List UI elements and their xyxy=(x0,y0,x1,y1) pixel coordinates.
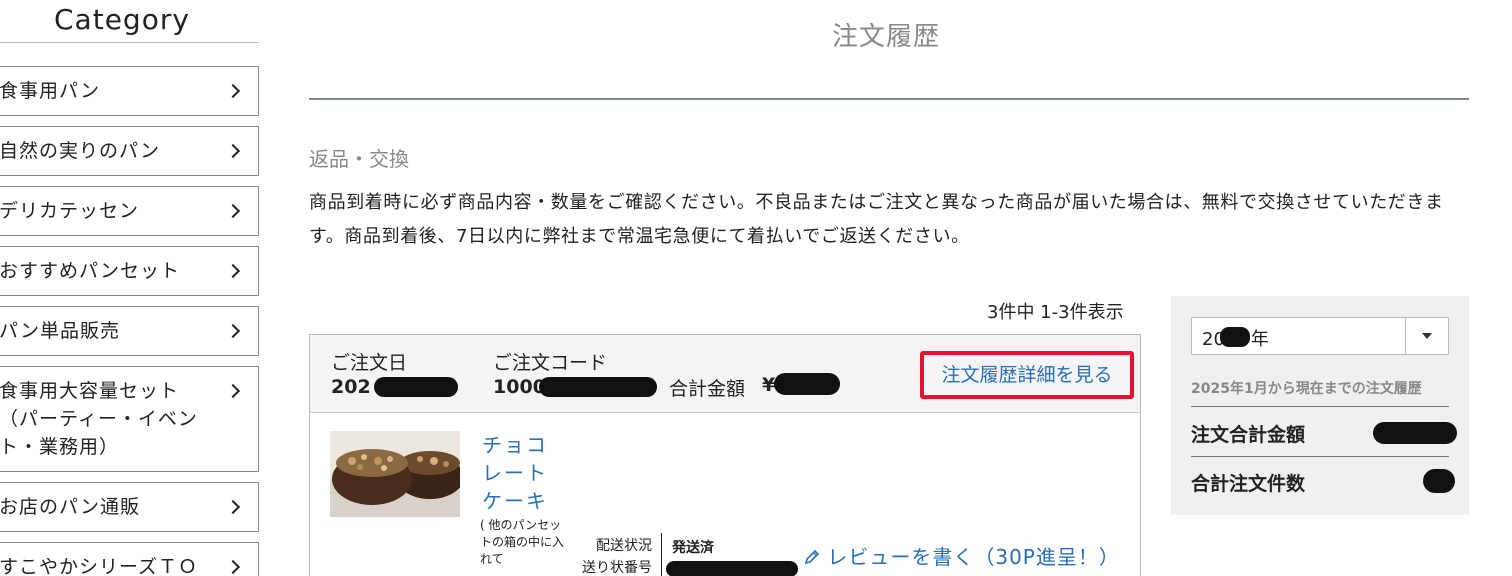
category-item-shizen-pan[interactable]: 自然の実りのパン xyxy=(0,126,259,176)
redaction-mark xyxy=(1220,327,1250,347)
category-item-label: おすすめパンセット xyxy=(0,260,180,282)
caret-down-icon xyxy=(1422,333,1432,339)
product-image[interactable] xyxy=(330,431,460,517)
category-item-delicatessen[interactable]: デリカテッセン xyxy=(0,186,259,236)
category-item-sukoyaka[interactable]: すこやかシリーズＴＯ xyxy=(0,542,259,576)
summary-divider xyxy=(1191,456,1449,457)
category-item-label: パン単品販売 xyxy=(0,320,120,342)
category-divider xyxy=(0,42,259,43)
total-amount-label: 注文合計金額 xyxy=(1191,424,1306,446)
redaction-mark xyxy=(666,561,798,576)
chevron-right-icon xyxy=(225,383,241,399)
product-name-link[interactable]: チョコレートケーキ xyxy=(482,431,552,515)
category-item-omise-pan[interactable]: お店のパン通販 xyxy=(0,482,259,532)
shipping-labels: 配送状況 送り状番号 xyxy=(568,535,652,576)
title-divider xyxy=(309,98,1469,100)
order-total-label: 合計金額 xyxy=(669,378,746,400)
shipping-status-label: 配送状況 xyxy=(596,538,652,554)
order-summary-panel: 20 年 2025年1月から現在までの注文履歴 注文合計金額 合計注文件数 xyxy=(1171,296,1469,515)
category-sidebar: Category 食事用パン 自然の実りのパン デリカテッセン おすすめパンセッ… xyxy=(0,0,260,576)
order-code-label: ご注文コード xyxy=(493,352,608,374)
chevron-right-icon xyxy=(225,203,241,219)
product-note: ( 他のパンセットの箱の中に入れて xyxy=(480,518,565,566)
category-item-label: 食事用パン xyxy=(0,80,100,102)
shipping-divider xyxy=(661,533,662,576)
order-detail-link[interactable]: 注文履歴詳細を見る xyxy=(920,351,1134,399)
category-title: Category xyxy=(54,3,190,36)
write-review-link[interactable]: レビューを書く（30P進呈！） xyxy=(804,541,1120,570)
redaction-mark xyxy=(1373,422,1457,444)
redaction-mark xyxy=(1423,469,1455,493)
page-title: 注文履歴 xyxy=(832,22,941,52)
chevron-right-icon xyxy=(225,323,241,339)
redaction-mark xyxy=(539,377,657,397)
category-item-daiyouryou-set[interactable]: 食事用大容量セット （パーティー・イベン ト・業務用） xyxy=(0,366,259,472)
chevron-right-icon xyxy=(225,83,241,99)
category-item-label: デリカテッセン xyxy=(0,200,140,222)
category-item-label: お店のパン通販 xyxy=(0,496,140,518)
redaction-mark xyxy=(374,377,458,397)
chevron-right-icon xyxy=(225,559,241,575)
write-review-label: レビューを書く（30P進呈！） xyxy=(827,545,1120,569)
chevron-right-icon xyxy=(225,263,241,279)
redaction-mark xyxy=(774,373,840,395)
year-select[interactable]: 20 年 xyxy=(1191,317,1449,355)
order-code-value: 1000 xyxy=(493,376,546,398)
order-date-label: ご注文日 xyxy=(331,352,408,374)
category-item-label: すこやかシリーズＴＯ xyxy=(0,556,199,576)
year-dropdown-button[interactable] xyxy=(1405,318,1448,354)
result-count: 3件中 1-3件表示 xyxy=(987,302,1124,323)
total-count-label: 合計注文件数 xyxy=(1191,473,1306,495)
returns-notice: 商品到着時に必ず商品内容・数量をご確認ください。不良品またはご注文と異なった商品… xyxy=(309,192,1444,247)
year-suffix: 年 xyxy=(1250,329,1269,350)
range-note: 2025年1月から現在までの注文履歴 xyxy=(1191,381,1422,397)
chevron-right-icon xyxy=(225,499,241,515)
tracking-number-label: 送り状番号 xyxy=(582,560,652,576)
category-item-label: 食事用大容量セット （パーティー・イベン ト・業務用） xyxy=(0,380,198,458)
returns-heading: 返品・交換 xyxy=(309,147,409,171)
chevron-right-icon xyxy=(225,143,241,159)
order-header: ご注文日 202 ご注文コード 1000 合計金額 ¥ 注文履歴詳細を見る xyxy=(310,335,1140,413)
category-item-shokuji-pan[interactable]: 食事用パン xyxy=(0,66,259,116)
category-item-label: 自然の実りのパン xyxy=(0,140,160,162)
category-item-tanpin[interactable]: パン単品販売 xyxy=(0,306,259,356)
chocolate-cake-illustration xyxy=(330,431,460,517)
order-date-value: 202 xyxy=(331,376,371,398)
shipping-status: 発送済 xyxy=(672,540,714,556)
category-item-osusume-set[interactable]: おすすめパンセット xyxy=(0,246,259,296)
summary-divider xyxy=(1191,406,1449,407)
pencil-icon xyxy=(804,549,820,565)
order-card: ご注文日 202 ご注文コード 1000 合計金額 ¥ 注文履歴詳細を見る チョ… xyxy=(309,334,1141,576)
